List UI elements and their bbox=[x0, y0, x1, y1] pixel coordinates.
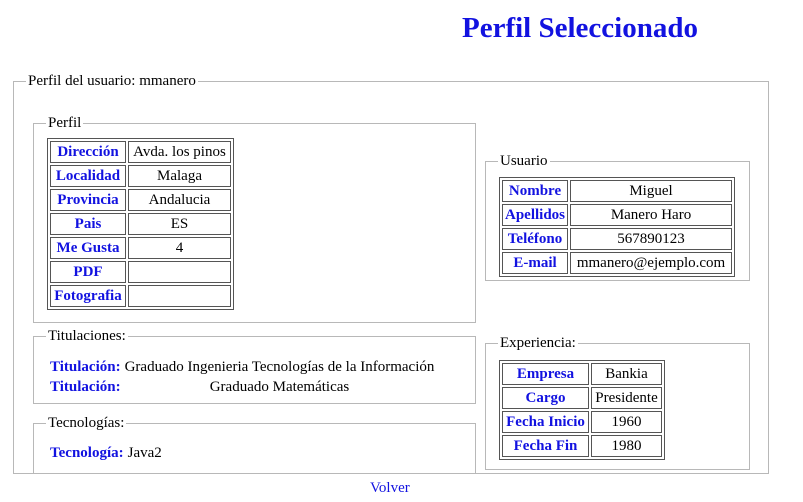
row-value: Avda. los pinos bbox=[128, 141, 231, 163]
pdf-cell bbox=[128, 261, 231, 283]
row-value: 1980 bbox=[591, 435, 662, 457]
row-label: Cargo bbox=[502, 387, 589, 409]
row-label: Tecnología: bbox=[50, 445, 124, 461]
table-row: Dirección Avda. los pinos bbox=[50, 141, 231, 163]
titulaciones-table: Titulación: Graduado Ingenieria Tecnologí… bbox=[47, 356, 437, 398]
table-row: Fecha Inicio 1960 bbox=[502, 411, 662, 433]
row-value: Miguel bbox=[570, 180, 733, 202]
user-profile-legend: Perfil del usuario: mmanero bbox=[28, 73, 196, 89]
experiencia-fieldset: Experiencia: Empresa Bankia Cargo Presiden… bbox=[485, 335, 750, 470]
row-label: Teléfono bbox=[502, 228, 569, 250]
row-label: Empresa bbox=[502, 363, 589, 385]
row-label: Pais bbox=[50, 213, 126, 235]
row-value: Bankia bbox=[591, 363, 662, 385]
row-label: E-mail bbox=[502, 252, 569, 274]
row-value: ES bbox=[128, 213, 231, 235]
table-row: Titulación: Graduado Ingenieria Tecnologí… bbox=[49, 358, 435, 376]
row-label: Apellidos bbox=[502, 204, 569, 226]
row-value: Graduado Ingenieria Tecnologías de la In… bbox=[124, 359, 435, 375]
user-profile-fieldset: Perfil del usuario: mmanero Perfil Direc… bbox=[13, 73, 769, 474]
row-value: mmanero@ejemplo.com bbox=[570, 252, 733, 274]
row-value: Manero Haro bbox=[570, 204, 733, 226]
titulaciones-fieldset: Titulaciones: Titulación: Graduado Ingeni… bbox=[33, 328, 476, 404]
row-label: PDF bbox=[50, 261, 126, 283]
row-label: Dirección bbox=[50, 141, 126, 163]
usuario-fieldset: Usuario Nombre Miguel Apellidos Manero Har… bbox=[485, 153, 750, 281]
table-row: Me Gusta 4 bbox=[50, 237, 231, 259]
row-label: Fecha Inicio bbox=[502, 411, 589, 433]
row-value: Malaga bbox=[128, 165, 231, 187]
tecnologias-fieldset: Tecnologías: Tecnología: Java2 bbox=[33, 415, 476, 474]
table-row: Localidad Malaga bbox=[50, 165, 231, 187]
perfil-legend: Perfil bbox=[48, 115, 82, 131]
table-row: Provincia Andalucia bbox=[50, 189, 231, 211]
page-title: Perfil Seleccionado bbox=[462, 12, 698, 44]
perfil-table: Dirección Avda. los pinos Localidad Malaga… bbox=[47, 138, 234, 310]
row-label: Me Gusta bbox=[50, 237, 126, 259]
experiencia-legend: Experiencia: bbox=[500, 335, 576, 351]
table-row: Tecnología: Java2 bbox=[49, 444, 163, 462]
table-row: Apellidos Manero Haro bbox=[502, 204, 733, 226]
row-value: Andalucia bbox=[128, 189, 231, 211]
row-label: Fotografia bbox=[50, 285, 126, 307]
row-label: Provincia bbox=[50, 189, 126, 211]
experiencia-table: Empresa Bankia Cargo Presidente Fecha Inic… bbox=[499, 360, 665, 460]
table-row: Fecha Fin 1980 bbox=[502, 435, 662, 457]
table-row: Fotografia bbox=[50, 285, 231, 307]
usuario-legend: Usuario bbox=[500, 153, 548, 169]
table-row: PDF bbox=[50, 261, 231, 283]
titulaciones-legend: Titulaciones: bbox=[48, 328, 126, 344]
table-row: Teléfono 567890123 bbox=[502, 228, 733, 250]
row-value: 1960 bbox=[591, 411, 662, 433]
table-row: Titulación: Graduado Matemáticas bbox=[49, 378, 435, 396]
row-label: Titulación: bbox=[50, 359, 121, 375]
photo-cell bbox=[128, 285, 231, 307]
row-label: Fecha Fin bbox=[502, 435, 589, 457]
row-value: Presidente bbox=[591, 387, 662, 409]
row-label: Titulación: bbox=[50, 379, 121, 395]
row-value: Java2 bbox=[127, 445, 162, 461]
table-row: Empresa Bankia bbox=[502, 363, 662, 385]
table-row: Nombre Miguel bbox=[502, 180, 733, 202]
row-value: Graduado Matemáticas bbox=[209, 379, 350, 395]
volver-link[interactable]: Volver bbox=[370, 480, 410, 497]
table-row: Pais ES bbox=[50, 213, 231, 235]
row-label: Nombre bbox=[502, 180, 569, 202]
row-value: 567890123 bbox=[570, 228, 733, 250]
tecnologias-legend: Tecnologías: bbox=[48, 415, 125, 431]
table-row: E-mail mmanero@ejemplo.com bbox=[502, 252, 733, 274]
row-value: 4 bbox=[128, 237, 231, 259]
perfil-fieldset: Perfil Dirección Avda. los pinos Localida… bbox=[33, 115, 476, 323]
tecnologias-table: Tecnología: Java2 bbox=[47, 442, 165, 464]
usuario-table: Nombre Miguel Apellidos Manero Haro Teléfo… bbox=[499, 177, 736, 277]
row-label: Localidad bbox=[50, 165, 126, 187]
table-row: Cargo Presidente bbox=[502, 387, 662, 409]
